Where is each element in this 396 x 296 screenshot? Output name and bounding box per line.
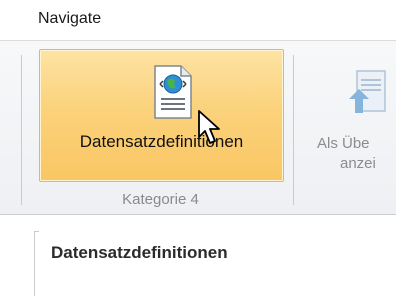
content-panel: Datensatzdefinitionen	[0, 215, 396, 296]
als-uebersicht-anzeigen-button[interactable]: Als Übe anzei	[303, 49, 396, 180]
second-button-label-line2: anzei	[340, 155, 376, 172]
menu-navigate[interactable]: Navigate	[38, 10, 101, 28]
second-button-label-line1: Als Übe	[317, 135, 370, 152]
panel-corner-marker	[34, 231, 39, 296]
datensatzdefinitionen-label: Datensatzdefinitionen	[79, 132, 244, 151]
web-document-icon	[154, 65, 192, 119]
group-label-kategorie: Kategorie 4	[122, 191, 199, 208]
datensatzdefinitionen-button[interactable]: Datensatzdefinitionen	[39, 49, 284, 182]
ribbon-separator	[293, 55, 294, 205]
ribbon-separator	[21, 55, 22, 205]
mouse-cursor-icon	[198, 110, 220, 144]
menu-bar: Navigate	[0, 0, 396, 41]
panel-title: Datensatzdefinitionen	[51, 243, 228, 262]
arrow-document-icon	[349, 70, 386, 113]
